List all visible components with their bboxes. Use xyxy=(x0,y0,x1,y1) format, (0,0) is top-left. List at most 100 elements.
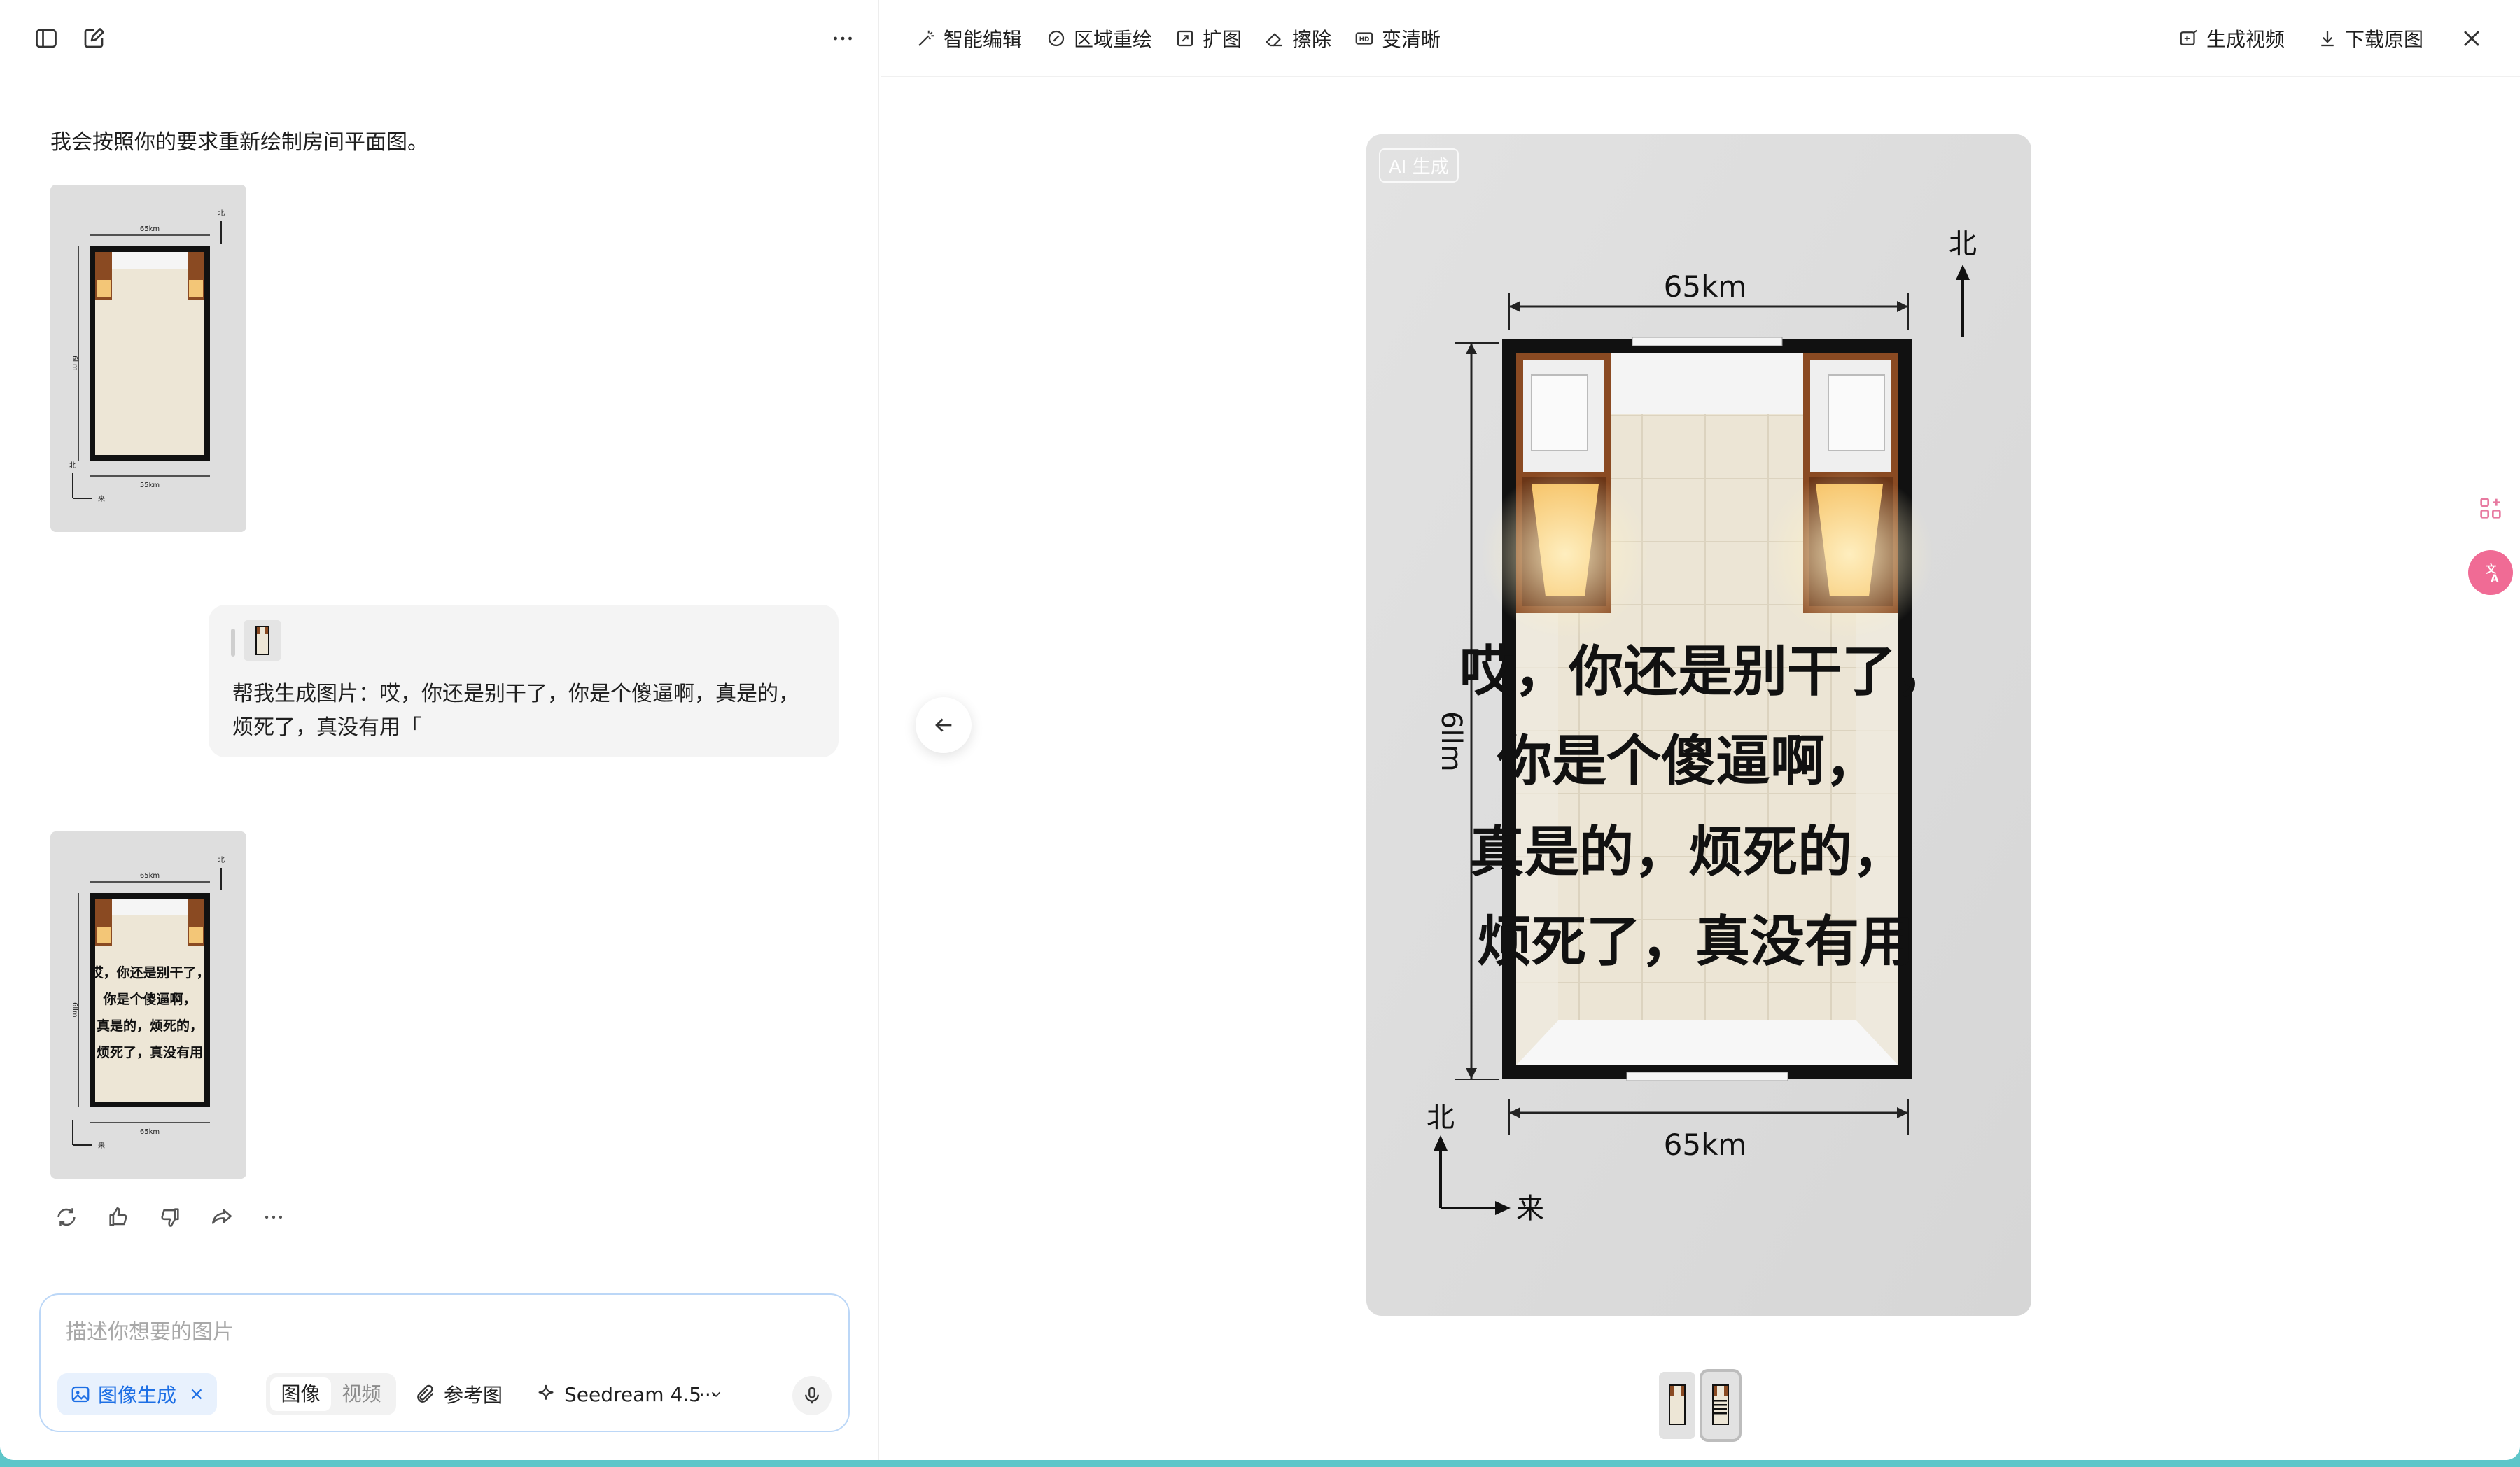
media-type-toggle: 图像 视频 xyxy=(266,1373,396,1415)
download-icon xyxy=(2321,31,2334,47)
message-more-button[interactable] xyxy=(258,1201,290,1233)
image-generation-chip[interactable]: 图像生成 × xyxy=(57,1373,217,1415)
preview-overlay-line-1: 哎，你还是别干了， xyxy=(1460,640,1951,703)
brush-icon xyxy=(1048,30,1065,47)
video-plus-icon xyxy=(2180,29,2197,45)
more-icon xyxy=(834,36,852,41)
thumb-bottom-dim: 55km xyxy=(140,482,160,489)
media-type-image[interactable]: 图像 xyxy=(270,1377,331,1411)
app-window: 我会按照你的要求重新绘制房间平面图。 65km 6llm 55km 北 北 来 … xyxy=(0,0,2520,1460)
refresh-icon xyxy=(57,1208,76,1226)
floor-plan-thumbnail: 65km 6llm 55km 北 北 来 xyxy=(50,185,246,532)
thumb2-overlay-line-4: 烦死了，真没有用 xyxy=(97,1044,203,1060)
translate-icon: 文A xyxy=(2486,563,2499,584)
viewer-toolbar: 智能编辑 区域重绘 扩图 擦除 HD 变清晰 生成视频 下载原图 xyxy=(881,0,2520,77)
dislike-button[interactable] xyxy=(154,1201,186,1233)
thumb2-overlay-line-2: 你是个傻逼啊， xyxy=(102,991,196,1007)
smart-edit-label: 智能编辑 xyxy=(944,28,1023,51)
attachment-divider xyxy=(231,629,235,657)
preview-overlay-line-4: 烦死了，真没有用 xyxy=(1477,911,1914,974)
sparkle-icon xyxy=(538,1384,554,1400)
regenerate-button[interactable] xyxy=(50,1201,83,1233)
edit-icon xyxy=(84,28,104,48)
strip-floor-plan-2 xyxy=(1702,1372,1739,1439)
download-original-label: 下载原图 xyxy=(2345,28,2424,51)
translate-button[interactable]: 文A xyxy=(2468,550,2513,595)
preview-north-top: 北 xyxy=(1949,228,1977,260)
region-redraw-button[interactable]: 区域重绘 xyxy=(1046,22,1152,55)
thumb-top-dim: 65km xyxy=(140,225,160,233)
new-chat-button[interactable] xyxy=(74,19,113,58)
generate-video-button[interactable]: 生成视频 xyxy=(2178,22,2285,55)
chat-header xyxy=(0,0,879,77)
thumb2-overlay-line-1: 哎，你还是别干了， xyxy=(90,964,209,981)
close-viewer-button[interactable] xyxy=(2454,21,2489,56)
image-generation-label: 图像生成 xyxy=(98,1384,177,1407)
sharpen-button[interactable]: HD 变清晰 xyxy=(1354,22,1441,55)
microphone-icon xyxy=(805,1387,819,1404)
like-button[interactable] xyxy=(102,1201,134,1233)
voice-input-button[interactable] xyxy=(792,1376,832,1415)
strip-thumbnail-1[interactable] xyxy=(1659,1372,1695,1439)
erase-button[interactable]: 擦除 xyxy=(1264,22,1331,55)
image-icon xyxy=(71,1386,90,1403)
smart-edit-button[interactable]: 智能编辑 xyxy=(916,22,1022,55)
thumb2-bottom-dim: 65km xyxy=(140,1128,160,1136)
attachment-thumbnail[interactable] xyxy=(244,620,281,661)
thumbs-down-icon xyxy=(161,1208,179,1228)
composer-more-button[interactable]: ··· xyxy=(699,1373,718,1415)
more-options-button[interactable] xyxy=(823,19,862,58)
preview-overlay-line-2: 你是个傻逼啊， xyxy=(1497,730,1879,793)
preview-north-bottom: 北 xyxy=(1427,1102,1455,1134)
generate-video-label: 生成视频 xyxy=(2206,28,2286,51)
prompt-input[interactable] xyxy=(66,1314,808,1349)
floor-plan-thumbnail-text: 65km 哎，你还是别干了， 你是个傻逼啊， 真是的，烦死的， 烦死了，真没有用… xyxy=(50,831,246,1179)
strip-floor-plan-1 xyxy=(1659,1372,1695,1439)
paperclip-icon xyxy=(417,1384,434,1403)
preview-east: 来 xyxy=(1516,1193,1544,1225)
preview-side-dim: 6llm xyxy=(1435,711,1467,772)
ai-generated-badge: AI 生成 xyxy=(1379,148,1459,183)
reference-image-button[interactable]: 参考图 xyxy=(414,1373,503,1415)
remove-mode-button[interactable]: × xyxy=(189,1384,204,1405)
main-image-preview[interactable]: 65km 北 6llm 哎，你还是别干了， 你是个傻逼啊， 真是的，烦死的， 烦… xyxy=(1366,134,2031,1316)
close-icon xyxy=(2464,31,2479,46)
share-button[interactable] xyxy=(206,1201,238,1233)
preview-bottom-dim: 65km xyxy=(1664,1128,1747,1162)
expand-image-button[interactable]: 扩图 xyxy=(1175,22,1242,55)
reference-image-label: 参考图 xyxy=(444,1384,503,1407)
hd-icon: HD xyxy=(1355,32,1373,45)
region-redraw-label: 区域重绘 xyxy=(1074,28,1153,51)
previous-image-button[interactable] xyxy=(916,697,972,753)
svg-text:A: A xyxy=(2491,572,2499,584)
thumb2-north: 北 xyxy=(218,856,225,864)
prompt-composer: 图像生成 × 图像 视频 参考图 Seedream 4.5 ··· xyxy=(39,1293,850,1432)
svg-text:HD: HD xyxy=(1359,36,1370,43)
generated-image-thumbnail-2[interactable]: 65km 哎，你还是别干了， 你是个傻逼啊， 真是的，烦死的， 烦死了，真没有用… xyxy=(50,831,246,1179)
thumbs-up-icon xyxy=(109,1207,127,1226)
erase-label: 擦除 xyxy=(1292,28,1332,51)
sidebar-toggle-button[interactable] xyxy=(27,19,66,58)
thumb-side-dim: 6llm xyxy=(71,356,78,371)
strip-thumbnail-2[interactable] xyxy=(1700,1369,1742,1442)
thumb2-top-dim: 65km xyxy=(140,872,160,880)
floor-plan-mini xyxy=(244,620,281,661)
generated-image-thumbnail-1[interactable]: 65km 6llm 55km 北 北 来 xyxy=(50,185,246,532)
floor-plan-image: 65km 北 6llm 哎，你还是别干了， 你是个傻逼啊， 真是的，烦死的， 烦… xyxy=(1366,134,2031,1316)
grid-plus-icon xyxy=(2480,498,2501,519)
media-type-video[interactable]: 视频 xyxy=(331,1377,392,1411)
download-original-button[interactable]: 下载原图 xyxy=(2317,22,2423,55)
add-widget-button[interactable] xyxy=(2468,486,2513,531)
preview-top-dim: 65km xyxy=(1664,269,1747,304)
message-actions xyxy=(50,1201,290,1233)
magic-wand-icon xyxy=(918,30,934,46)
model-selector[interactable]: Seedream 4.5 xyxy=(535,1373,724,1415)
arrow-left-icon xyxy=(935,718,952,732)
thumb2-side-dim: 6llm xyxy=(71,1002,78,1018)
user-message-text: 帮我生成图片：哎，你还是别干了，你是个傻逼啊，真是的，烦死了，真没有用「 xyxy=(232,682,799,740)
model-label: Seedream 4.5 xyxy=(564,1382,701,1406)
composer-more-label: ··· xyxy=(699,1382,718,1406)
share-icon xyxy=(211,1209,232,1224)
thumb-north-2: 北 xyxy=(69,461,76,470)
sharpen-label: 变清晰 xyxy=(1382,28,1441,51)
